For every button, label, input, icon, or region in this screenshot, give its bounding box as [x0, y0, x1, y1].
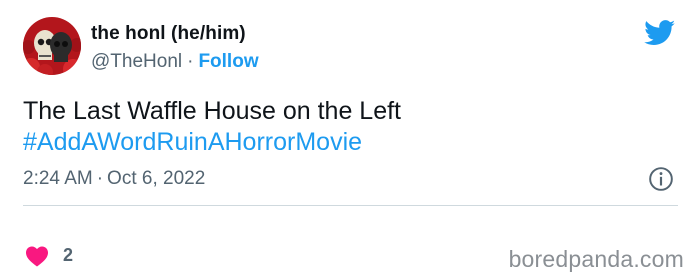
heart-icon[interactable] [25, 245, 49, 267]
divider [23, 205, 678, 206]
follow-button[interactable]: Follow [198, 51, 258, 72]
avatar-image [23, 17, 81, 75]
separator-dot: · [187, 51, 194, 72]
tweet-body: The Last Waffle House on the Left [23, 97, 402, 125]
avatar[interactable] [23, 17, 81, 75]
like-count[interactable]: 2 [63, 245, 73, 266]
author-name[interactable]: the honl (he/him) [91, 23, 246, 45]
timestamp[interactable]: 2:24 AM · Oct 6, 2022 [23, 168, 205, 190]
twitter-bird-icon[interactable] [644, 20, 676, 46]
author-handle[interactable]: @TheHonl [91, 51, 182, 72]
tweet-date: Oct 6, 2022 [107, 168, 206, 189]
separator-dot: · [96, 168, 104, 189]
tweet-card: the honl (he/him) @TheHonl · Follow The La… [0, 0, 700, 272]
tweet-text: The Last Waffle House on the Left #AddAW… [23, 96, 401, 158]
handle-row: @TheHonl · Follow [91, 51, 259, 73]
info-icon[interactable] [648, 166, 674, 192]
tweet-time: 2:24 AM [23, 168, 93, 189]
watermark: boredpanda.com [508, 246, 684, 272]
hashtag-link[interactable]: #AddAWordRuinAHorrorMovie [23, 127, 401, 158]
